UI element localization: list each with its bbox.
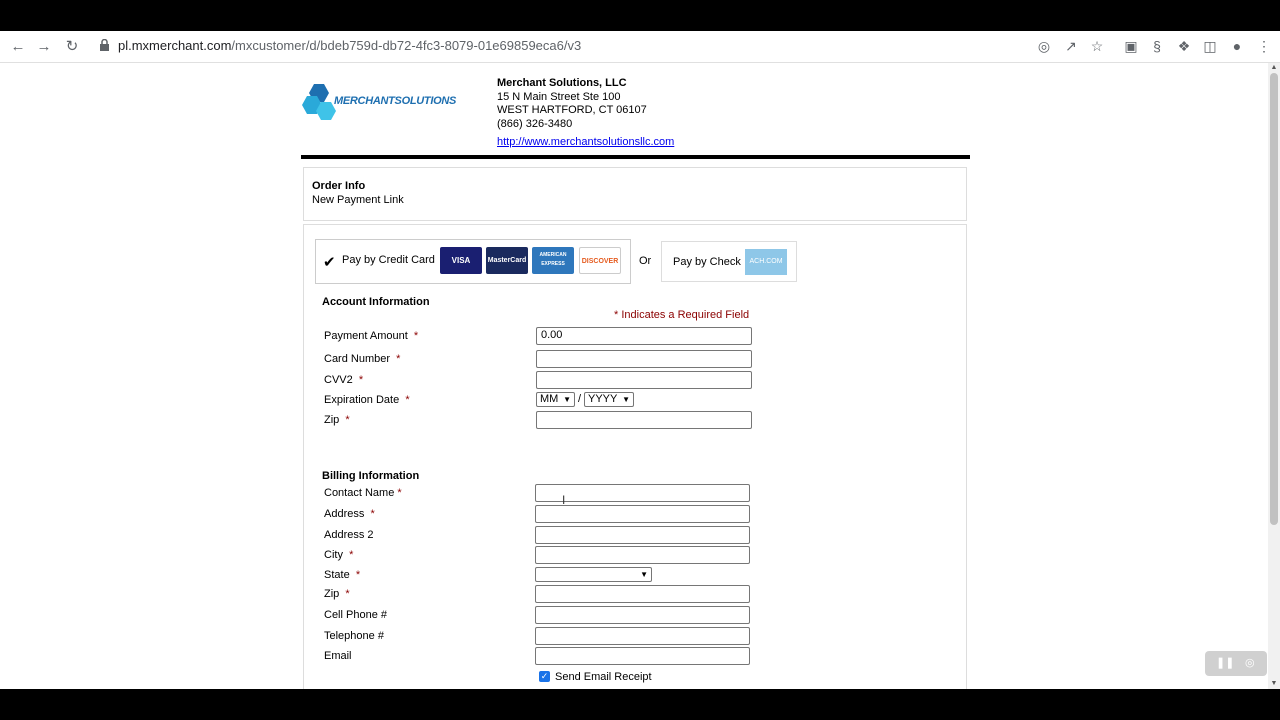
back-icon[interactable]: ← bbox=[8, 37, 28, 57]
merchant-address1: 15 N Main Street Ste 100 bbox=[497, 90, 621, 103]
address-label: Address * bbox=[324, 508, 375, 520]
lock-icon[interactable] bbox=[100, 39, 109, 51]
send-email-receipt-label: Send Email Receipt bbox=[555, 671, 652, 683]
payment-amount-input[interactable]: 0.00 bbox=[536, 327, 752, 345]
extension-s-icon[interactable]: § bbox=[1148, 37, 1166, 55]
url-host: pl.mxmerchant.com bbox=[118, 38, 232, 53]
scroll-up-icon[interactable]: ▲ bbox=[1270, 64, 1278, 72]
pause-icon[interactable]: ❚❚ bbox=[1216, 656, 1234, 669]
merchant-address2: WEST HARTFORD, CT 06107 bbox=[497, 104, 647, 116]
merchant-name: Merchant Solutions, LLC bbox=[497, 77, 627, 89]
menu-icon[interactable]: ⋮ bbox=[1255, 37, 1273, 55]
card-number-input[interactable] bbox=[536, 350, 752, 368]
star-icon[interactable]: ☆ bbox=[1088, 37, 1106, 55]
browser-toolbar: ← → ↻ pl.mxmerchant.com/mxcustomer/d/bde… bbox=[0, 31, 1280, 63]
address2-input[interactable] bbox=[535, 526, 750, 544]
required-field-note: * Indicates a Required Field bbox=[614, 309, 750, 321]
contact-name-label: Contact Name * bbox=[324, 487, 402, 499]
discover-card-icon: DISCOVER bbox=[579, 247, 621, 274]
expiration-date-label: Expiration Date * bbox=[324, 394, 410, 406]
merchant-website-link[interactable]: http://www.merchantsolutionsllc.com bbox=[497, 136, 674, 148]
puzzle-icon[interactable]: ❖ bbox=[1175, 37, 1193, 55]
billing-zip-input[interactable] bbox=[535, 585, 750, 603]
order-info-subtitle: New Payment Link bbox=[312, 194, 404, 206]
scrollbar-thumb[interactable] bbox=[1270, 73, 1278, 525]
pay-by-check-tab[interactable]: Pay by Check ACH.COM bbox=[661, 241, 797, 282]
page-content: MERCHANTSOLUTIONS Merchant Solutions, LL… bbox=[0, 63, 1268, 689]
pay-by-credit-card-tab[interactable]: ✔ Pay by Credit Card VISA MasterCard AME… bbox=[315, 239, 631, 284]
pay-by-credit-card-label: Pay by Credit Card bbox=[342, 254, 435, 266]
exp-year-select[interactable]: YYYY ▼ bbox=[584, 392, 634, 407]
account-zip-label: Zip * bbox=[324, 414, 350, 426]
order-info-title: Order Info bbox=[312, 180, 366, 192]
ach-icon: ACH.COM bbox=[745, 249, 787, 275]
capture-icon[interactable]: ◎ bbox=[1245, 656, 1255, 669]
merchant-phone: (866) 326-3480 bbox=[497, 117, 573, 130]
address-input[interactable] bbox=[535, 505, 750, 523]
sidepanel-icon[interactable]: ◫ bbox=[1201, 37, 1219, 55]
bottom-bar bbox=[0, 689, 1280, 720]
profile-icon[interactable]: ● bbox=[1228, 37, 1246, 55]
share-icon[interactable]: ↗ bbox=[1062, 37, 1080, 55]
city-input[interactable] bbox=[535, 546, 750, 564]
account-zip-input[interactable] bbox=[536, 411, 752, 429]
billing-info-heading: Billing Information bbox=[322, 470, 420, 482]
exp-month-select[interactable]: MM ▼ bbox=[536, 392, 575, 407]
chevron-down-icon: ▼ bbox=[622, 395, 630, 404]
address2-label: Address 2 bbox=[324, 529, 374, 541]
visa-card-icon: VISA bbox=[440, 247, 482, 274]
email-input[interactable] bbox=[535, 647, 750, 665]
state-select[interactable]: ▼ bbox=[535, 567, 652, 582]
cvv2-input[interactable] bbox=[536, 371, 752, 389]
page-scrollbar[interactable]: ▲ ▼ bbox=[1268, 63, 1280, 689]
order-info-box: Order Info New Payment Link bbox=[303, 167, 967, 221]
or-separator: Or bbox=[639, 255, 652, 267]
send-email-receipt-checkbox[interactable]: ✓ bbox=[539, 671, 550, 682]
contact-name-input[interactable] bbox=[535, 484, 750, 502]
checkmark-icon: ✔ bbox=[323, 254, 336, 271]
telephone-label: Telephone # bbox=[324, 630, 384, 642]
payment-form: ✔ Pay by Credit Card VISA MasterCard AME… bbox=[303, 224, 967, 689]
email-label: Email bbox=[324, 650, 352, 662]
eye-off-icon[interactable]: ◎ bbox=[1035, 37, 1053, 55]
cvv2-label: CVV2 * bbox=[324, 374, 364, 386]
url-path: /mxcustomer/d/bdeb759d-db72-4fc3-8079-01… bbox=[231, 38, 582, 53]
mastercard-card-icon: MasterCard bbox=[486, 247, 528, 274]
floating-media-controls[interactable]: ❚❚ ◎ bbox=[1205, 651, 1267, 676]
payment-amount-label: Payment Amount * bbox=[324, 330, 419, 342]
reload-icon[interactable]: ↻ bbox=[62, 37, 82, 57]
account-info-heading: Account Information bbox=[322, 296, 430, 308]
merchant-info: Merchant Solutions, LLC 15 N Main Street… bbox=[497, 77, 674, 150]
city-label: City * bbox=[324, 549, 354, 561]
cell-phone-label: Cell Phone # bbox=[324, 609, 387, 621]
header-divider bbox=[301, 155, 970, 159]
chevron-down-icon: ▼ bbox=[640, 570, 648, 579]
extension-sa-icon[interactable]: ▣ bbox=[1122, 37, 1140, 55]
amex-card-icon: AMERICAN EXPRESS bbox=[532, 247, 574, 274]
scroll-down-icon[interactable]: ▼ bbox=[1270, 680, 1278, 688]
text-cursor-icon: I bbox=[562, 493, 566, 507]
telephone-input[interactable] bbox=[535, 627, 750, 645]
cell-phone-input[interactable] bbox=[535, 606, 750, 624]
forward-icon[interactable]: → bbox=[34, 37, 54, 57]
state-label: State * bbox=[324, 569, 361, 581]
billing-zip-label: Zip * bbox=[324, 588, 350, 600]
address-bar[interactable]: pl.mxmerchant.com/mxcustomer/d/bdeb759d-… bbox=[118, 38, 581, 53]
card-number-label: Card Number * bbox=[324, 353, 401, 365]
chevron-down-icon: ▼ bbox=[563, 395, 571, 404]
pay-by-check-label: Pay by Check bbox=[673, 256, 741, 268]
logo-wordmark: MERCHANTSOLUTIONS bbox=[334, 95, 457, 107]
exp-separator: / bbox=[578, 393, 582, 405]
